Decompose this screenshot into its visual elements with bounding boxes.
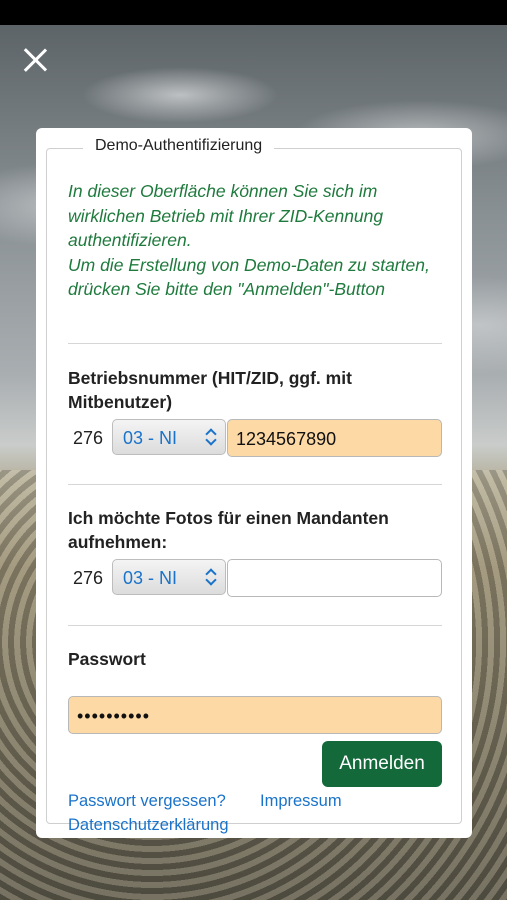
imprint-link[interactable]: Impressum [260, 792, 342, 811]
privacy-link[interactable]: Datenschutzerklärung [68, 816, 229, 835]
chevron-up-down-icon [205, 428, 217, 446]
login-dialog: Demo-Authentifizierung In dieser Oberflä… [36, 128, 472, 838]
password-label: Passwort [68, 649, 146, 669]
intro-text: In dieser Oberfläche können Sie sich im … [68, 179, 448, 302]
mandant-region-value: 03 - NI [123, 568, 178, 588]
betriebsnummer-country-prefix: 276 [73, 428, 104, 448]
status-bar [0, 0, 507, 25]
divider [68, 625, 442, 626]
betriebsnummer-input[interactable]: 1234567890 [227, 419, 442, 457]
close-icon[interactable] [22, 47, 48, 73]
divider [68, 484, 442, 485]
mandant-region-select[interactable]: 03 - NI [112, 559, 226, 595]
mandant-country-prefix: 276 [73, 568, 104, 588]
password-input[interactable]: •••••••••• [68, 696, 442, 734]
mandant-input[interactable] [227, 559, 442, 597]
auth-fieldset: Demo-Authentifizierung In dieser Oberflä… [46, 137, 462, 834]
chevron-up-down-icon [205, 568, 217, 586]
betriebsnummer-region-select[interactable]: 03 - NI [112, 419, 226, 455]
betriebsnummer-region-value: 03 - NI [123, 428, 178, 448]
intro-line-1: In dieser Oberfläche können Sie sich im … [68, 181, 384, 250]
betriebsnummer-label: Betriebsnummer (HIT/ZID, ggf. mit Mitben… [68, 368, 352, 412]
dialog-legend: Demo-Authentifizierung [83, 137, 275, 155]
login-button[interactable]: Anmelden [322, 741, 442, 787]
divider [68, 343, 442, 344]
intro-line-2: Um die Erstellung von Demo-Daten zu star… [68, 254, 430, 300]
mandant-label: Ich möchte Fotos für einen Mandanten auf… [68, 508, 389, 552]
forgot-password-link[interactable]: Passwort vergessen? [68, 792, 226, 811]
